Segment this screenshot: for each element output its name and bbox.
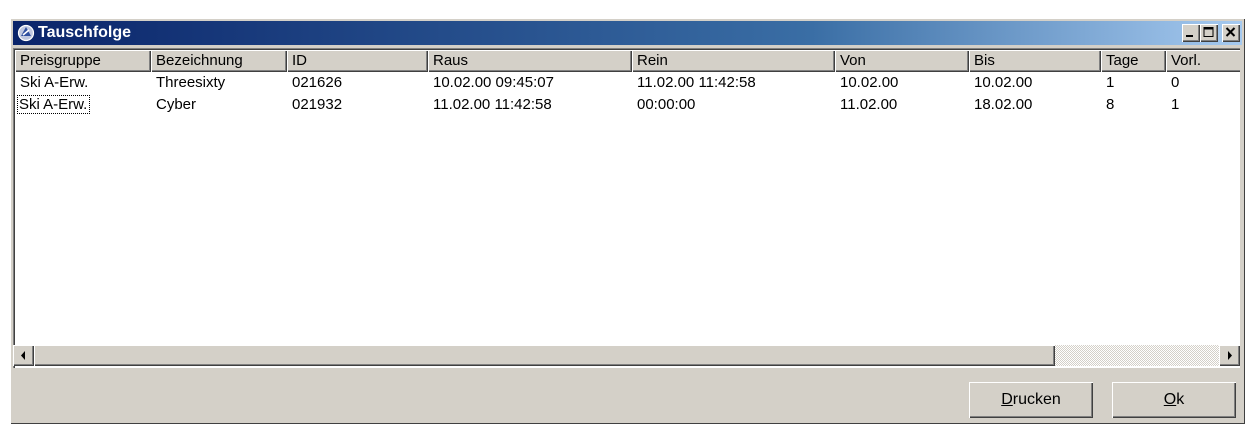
list-header: Preisgruppe Bezeichnung ID Raus Rein Von… (15, 50, 1240, 72)
cell-preisgruppe: Ski A-Erw. (20, 74, 89, 91)
cell-vorl: 1 (1171, 96, 1180, 113)
column-header-preisgruppe[interactable]: Preisgruppe (15, 50, 151, 72)
table-row[interactable]: Ski A-Erw. Cyber 021932 11.02.00 11:42:5… (15, 94, 1240, 116)
maximize-icon (1203, 27, 1214, 37)
cell-bis: 18.02.00 (974, 96, 1033, 113)
arrow-right-icon (1228, 351, 1232, 360)
close-button[interactable] (1222, 24, 1240, 42)
title-bar[interactable]: Tauschfolge (13, 21, 1242, 45)
cell-von: 11.02.00 (840, 96, 898, 113)
window-title: Tauschfolge (38, 24, 132, 41)
minimize-icon (1186, 35, 1193, 37)
cell-raus: 10.02.00 09:45:07 (433, 74, 554, 91)
cell-bezeichnung: Threesixty (156, 74, 226, 91)
focused-cell-text: Ski A-Erw. (16, 95, 91, 114)
scrollbar-thumb[interactable] (34, 345, 1055, 366)
cell-von: 10.02.00 (840, 74, 899, 91)
column-header-bis[interactable]: Bis (969, 50, 1101, 72)
cell-id: 021932 (292, 96, 343, 113)
cell-tage: 1 (1106, 74, 1115, 91)
cell-tage: 8 (1106, 96, 1115, 113)
column-header-rein[interactable]: Rein (632, 50, 835, 72)
horizontal-scrollbar[interactable] (13, 345, 1240, 366)
column-header-von[interactable]: Von (835, 50, 969, 72)
exchange-list[interactable]: Preisgruppe Bezeichnung ID Raus Rein Von… (13, 48, 1240, 368)
ok-mnemonic: O (1163, 391, 1177, 408)
maximize-button[interactable] (1200, 24, 1218, 42)
cell-raus: 11.02.00 11:42:58 (433, 96, 552, 113)
ok-button[interactable]: Ok (1112, 382, 1236, 418)
column-header-bezeichnung[interactable]: Bezeichnung (151, 50, 287, 72)
column-header-tage[interactable]: Tage (1101, 50, 1166, 72)
column-header-id[interactable]: ID (287, 50, 428, 72)
app-icon (17, 24, 35, 42)
ok-label: k (1176, 391, 1185, 408)
drucken-label: rucken (1012, 391, 1061, 408)
drucken-button[interactable]: Drucken (969, 382, 1093, 418)
column-header-vorl[interactable]: Vorl. (1166, 50, 1240, 72)
close-icon (1225, 27, 1236, 37)
cell-bezeichnung: Cyber (156, 96, 197, 113)
table-row[interactable]: Ski A-Erw. Threesixty 021626 10.02.00 09… (15, 72, 1240, 94)
arrow-left-icon (21, 351, 25, 360)
cell-bis: 10.02.00 (974, 74, 1033, 91)
scroll-right-button[interactable] (1219, 345, 1240, 366)
drucken-mnemonic: D (1001, 391, 1013, 408)
cell-preisgruppe: Ski A-Erw. (15, 94, 151, 116)
minimize-button[interactable] (1182, 24, 1200, 42)
scroll-left-button[interactable] (13, 345, 34, 366)
column-header-raus[interactable]: Raus (428, 50, 632, 72)
cell-id: 021626 (292, 74, 343, 91)
tauschfolge-window: Tauschfolge Preisgruppe Bezeichnung ID R… (10, 18, 1245, 424)
cell-rein: 00:00:00 (637, 96, 696, 113)
cell-rein: 11.02.00 11:42:58 (637, 74, 756, 91)
cell-vorl: 0 (1171, 74, 1180, 91)
